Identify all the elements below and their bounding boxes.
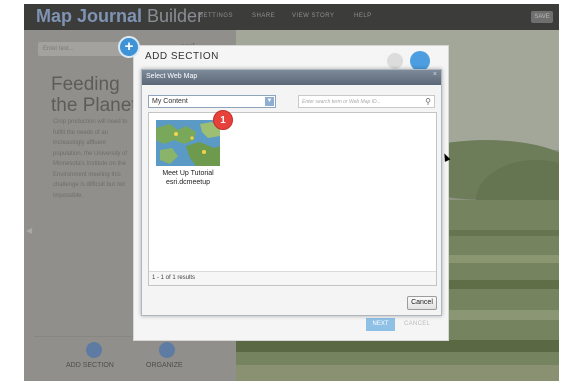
dialog-title-bar: Select Web Map × [142, 70, 441, 85]
content-filter-value: My Content [152, 98, 188, 105]
builder-title: Map Journal Builder [36, 6, 203, 27]
dialog-decoration-icon [387, 53, 403, 69]
builder-title-mode: Builder [147, 6, 204, 26]
story-body-text: Crop production will need to fulfill the… [53, 119, 128, 199]
menu-view-story[interactable]: VIEW STORY [292, 13, 334, 19]
result-item[interactable]: Meet Up Tutorial esri.dcmeetup 1 [149, 110, 239, 193]
save-button[interactable]: SAVE [531, 11, 553, 23]
menu-share[interactable]: SHARE [252, 13, 275, 19]
organize-tool-label[interactable]: ORGANIZE [146, 362, 183, 369]
content-filter-select[interactable]: My Content ▼ [148, 95, 276, 108]
screenshot-frame: Map Journal Builder SETTINGS SHARE VIEW … [0, 0, 561, 389]
result-number-badge: 1 [213, 110, 233, 130]
add-section-title: ADD SECTION [145, 51, 219, 62]
next-button[interactable]: NEXT [366, 318, 395, 331]
dialog-decoration-icon-2 [410, 51, 430, 71]
plus-icon: + [118, 36, 140, 58]
add-section-icon[interactable] [86, 342, 102, 358]
organize-icon[interactable] [159, 342, 175, 358]
builder-title-app: Map Journal [36, 6, 143, 26]
menu-settings[interactable]: SETTINGS [199, 13, 233, 19]
result-owner: esri.dcmeetup [166, 179, 210, 186]
search-icon[interactable]: ⚲ [425, 97, 431, 106]
select-web-map-dialog: Select Web Map × My Content ▼ Enter sear… [141, 69, 442, 316]
web-map-thumbnail[interactable] [156, 120, 220, 166]
search-input[interactable]: Enter search term or Web Map ID... ⚲ [298, 95, 435, 108]
builder-top-bar: Map Journal Builder SETTINGS SHARE VIEW … [24, 4, 559, 30]
results-list: Meet Up Tutorial esri.dcmeetup 1 1 - 1 o… [148, 110, 437, 286]
add-section-tool-label[interactable]: ADD SECTION [66, 362, 114, 369]
collapse-arrow-icon[interactable]: ◀ [26, 226, 32, 235]
result-title: Meet Up Tutorial [162, 170, 214, 177]
results-count: 1 - 1 of 1 results [149, 271, 436, 285]
web-map-cancel-button[interactable]: Cancel [407, 296, 437, 310]
cancel-button[interactable]: CANCEL [404, 321, 430, 327]
story-title: Feeding the Planet [51, 74, 137, 116]
close-icon[interactable]: × [433, 71, 437, 78]
dropdown-arrow-icon[interactable]: ▼ [265, 97, 274, 106]
map-thumbnail-image [156, 120, 220, 166]
search-placeholder: Enter search term or Web Map ID... [302, 99, 381, 105]
dialog-title: Select Web Map [146, 73, 198, 80]
menu-help[interactable]: HELP [354, 13, 372, 19]
result-label[interactable]: Meet Up Tutorial esri.dcmeetup [151, 169, 225, 187]
